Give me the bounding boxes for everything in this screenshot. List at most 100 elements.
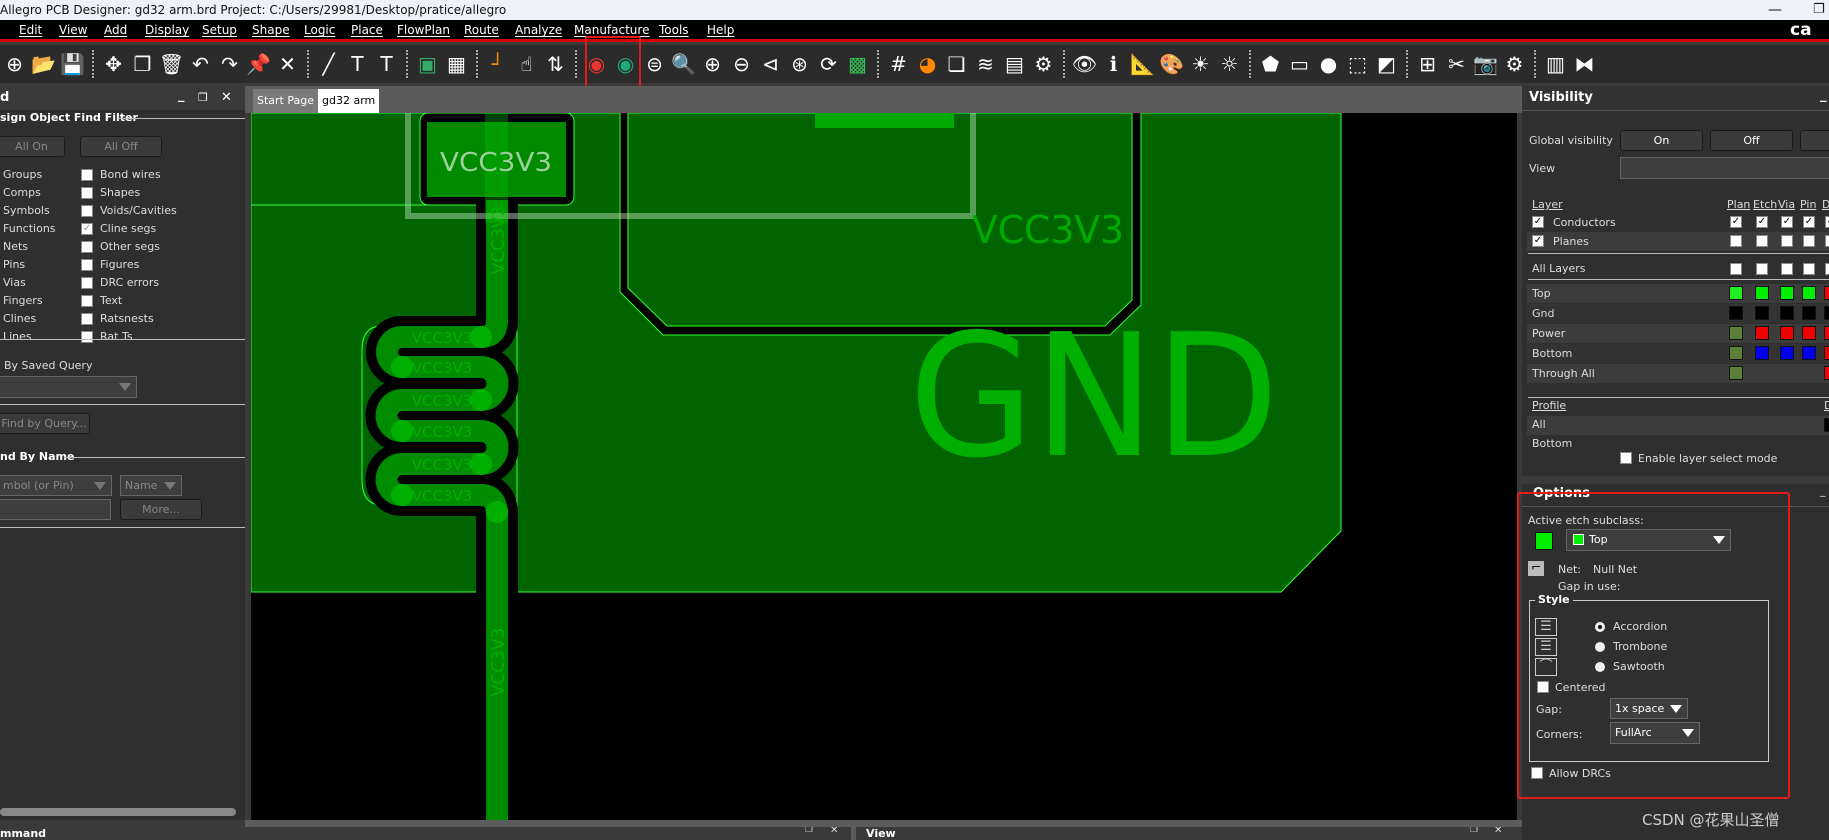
profile-label[interactable]: Bottom [1532,437,1572,447]
highlight-icon[interactable]: ☀ [1186,49,1215,79]
all-layers-checkbox[interactable] [1803,263,1815,275]
group-column-checkbox[interactable]: ✓ [1781,216,1793,228]
find-filter-nets[interactable]: Nets [3,240,28,253]
redraw-icon[interactable]: ⟳ [814,49,843,79]
unfix-icon[interactable]: ✕ [273,49,302,79]
zoom-out-icon[interactable]: ⊖ [727,49,756,79]
minimize-icon[interactable]: _ [1820,84,1827,108]
shape-edit-icon[interactable]: ◩ [1372,49,1401,79]
select-shape-icon[interactable]: ⬚ [1343,49,1372,79]
report-chart-icon[interactable]: ▥ [1541,49,1570,79]
layer-color-swatch[interactable] [1824,346,1829,360]
column-header-plan[interactable]: Plan [1727,198,1750,211]
profile-column-header[interactable]: D [1824,399,1829,412]
layer-color-swatch[interactable] [1755,306,1769,320]
visibility-on-button[interactable]: On [1620,130,1703,151]
layer-color-swatch[interactable] [1755,346,1769,360]
delete-icon[interactable]: 🗑 [157,49,186,79]
menu-add[interactable]: Add [104,23,127,37]
zoom-in-icon[interactable]: ⊕ [698,49,727,79]
menu-flowplan[interactable]: FlowPlan [397,23,450,37]
add-shape-icon[interactable]: ⬟ [1256,49,1285,79]
layer-color-swatch[interactable] [1802,326,1816,340]
layer-color-swatch[interactable] [1780,306,1794,320]
layer-color-swatch[interactable] [1824,286,1829,300]
find-filter-checkbox[interactable] [81,169,93,181]
tools-icon[interactable]: ✂ [1442,49,1471,79]
shadow-icon[interactable]: ❏ [942,49,971,79]
menu-shape[interactable]: Shape [252,23,290,37]
menu-edit[interactable]: Edit [19,23,42,37]
profile-header[interactable]: Profile [1532,399,1566,412]
gear-icon[interactable]: ⚙ [1500,49,1529,79]
menu-route[interactable]: Route [464,23,499,37]
layer-color-swatch[interactable] [1802,346,1816,360]
profile-color-swatch[interactable] [1824,418,1829,432]
menu-manufacture[interactable]: Manufacture [574,23,649,37]
visibility-icon[interactable]: 👁 [1070,49,1099,79]
zoom-previous-icon[interactable]: ⊲ [756,49,785,79]
copy-icon[interactable]: ❐ [128,49,157,79]
style-radio-trombone[interactable] [1595,642,1605,652]
panel-splitter[interactable] [851,827,856,840]
add-circle-icon[interactable]: ● [1314,49,1343,79]
delay-tune-icon[interactable]: ⇅ [541,49,570,79]
group-column-checkbox[interactable] [1730,235,1742,247]
saved-query-dropdown[interactable] [0,376,137,398]
group-column-checkbox[interactable]: ✓ [1730,216,1742,228]
style-radio-sawtooth[interactable] [1595,662,1605,672]
layer-color-swatch[interactable] [1802,306,1816,320]
find-filter-comps[interactable]: Comps [3,186,41,199]
group-column-checkbox[interactable] [1803,235,1815,247]
measure-icon[interactable]: 📐 [1128,49,1157,79]
tab-start-page[interactable]: Start Page [253,89,318,113]
constraint-icon[interactable]: ⊞ [1413,49,1442,79]
menu-place[interactable]: Place [351,23,383,37]
layer-color-swatch[interactable] [1780,286,1794,300]
etch-subclass-dropdown[interactable]: Top [1566,529,1731,551]
all-layers-checkbox[interactable] [1825,263,1829,275]
view-dropdown[interactable] [1620,157,1829,179]
group-column-checkbox[interactable]: ✓ [1825,216,1829,228]
pcb-canvas[interactable]: VCC3V3 VCC3V3 GND VCC3V3 VCC3V3 VCC3V3 VC… [251,113,1517,820]
move-icon[interactable]: ✥ [99,49,128,79]
name-input[interactable] [0,499,111,520]
menu-logic[interactable]: Logic [304,23,335,37]
color-icon[interactable]: ◕ [913,49,942,79]
layer-color-swatch[interactable] [1755,286,1769,300]
group-column-checkbox[interactable]: ✓ [1803,216,1815,228]
layer-color-swatch[interactable] [1729,306,1743,320]
find-filter-checkbox[interactable]: ✓ [81,223,93,235]
all-off-button[interactable]: All Off [80,136,162,157]
net-icon[interactable]: ⌐ [1528,561,1544,576]
menu-tools[interactable]: Tools [659,23,689,37]
group-column-checkbox[interactable] [1825,235,1829,247]
object-type-dropdown[interactable]: mbol (or Pin) [0,475,112,496]
all-layers-checkbox[interactable] [1730,263,1742,275]
palette-icon[interactable]: 🎨 [1157,49,1186,79]
find-filter-symbols[interactable]: Symbols [3,204,50,217]
layer-color-swatch[interactable] [1824,366,1829,380]
more-button[interactable]: More... [120,499,202,520]
splitter[interactable] [245,820,1522,827]
profile-label[interactable]: All [1532,418,1546,431]
restore-icon[interactable]: ❐ [1813,0,1825,20]
open-icon[interactable]: 📂 [29,49,58,79]
gap-dropdown[interactable]: 1x space [1610,698,1688,719]
chip-icon[interactable]: ▦ [442,49,471,79]
group-column-checkbox[interactable]: ✓ [1756,216,1768,228]
grid-icon[interactable]: # [884,49,913,79]
close-icon[interactable]: ✕ [221,86,232,110]
zoom-window-icon[interactable]: 🔍 [669,49,698,79]
menu-setup[interactable]: Setup [202,23,237,37]
menu-analyze[interactable]: Analyze [515,23,562,37]
find-filter-functions[interactable]: Functions [3,222,56,235]
find-filter-checkbox[interactable] [81,259,93,271]
minimize-icon[interactable]: _ [1820,484,1826,497]
group-column-checkbox[interactable] [1781,235,1793,247]
layer-color-swatch[interactable] [1729,366,1743,380]
layer-color-swatch[interactable] [1780,346,1794,360]
swap-icon[interactable]: ⧓ [1570,49,1599,79]
restore-icon[interactable]: ❐ [198,86,208,110]
column-header-d[interactable]: D [1822,198,1829,211]
